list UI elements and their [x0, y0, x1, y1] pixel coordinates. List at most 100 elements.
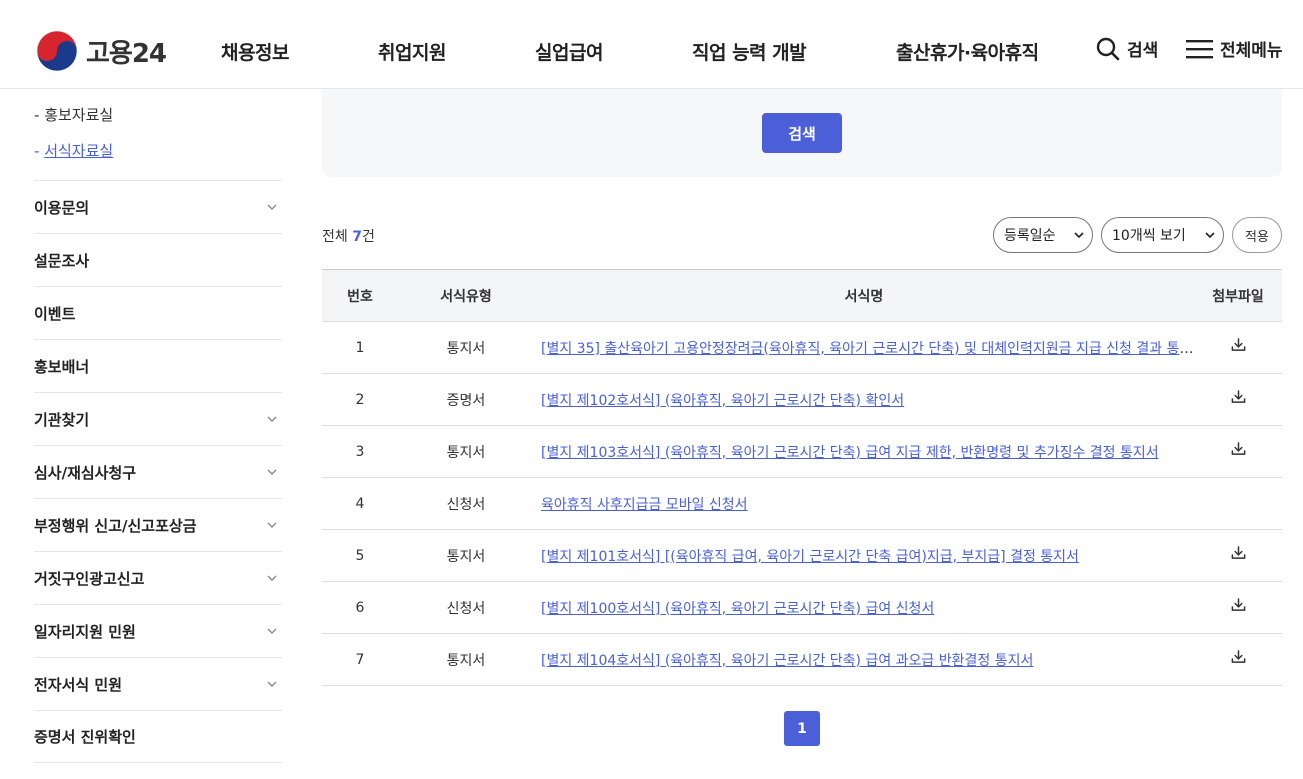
nav-item-unemployment-benefit[interactable]: 실업급여 [535, 38, 603, 65]
chevron-down-icon [267, 628, 277, 634]
row-attachment[interactable] [1194, 441, 1282, 460]
sort-select[interactable]: 등록일순 [993, 217, 1093, 253]
header-search-label: 검색 [1127, 41, 1159, 61]
row-attachment[interactable] [1194, 597, 1282, 616]
chevron-down-icon [267, 681, 277, 687]
row-title-link[interactable]: [별지 제101호서식] [(육아휴직 급여, 육아기 근로시간 단축 급여)지… [541, 549, 1079, 565]
row-title-link[interactable]: 육아휴직 사후지급금 모바일 신청서 [541, 497, 748, 513]
table-row: 1 통지서 [별지 35] 출산육아기 고용안정장려금(육아휴직, 육아기 근로시간… [322, 322, 1282, 374]
row-attachment[interactable] [1194, 649, 1282, 668]
sidebar-item-inquiry[interactable]: 이용문의 [34, 180, 282, 233]
sidebar-menu: 이용문의 설문조사 이벤트 홍보배너 기관찾기 심사/재심사청구 부정행위 신고… [34, 180, 282, 763]
full-menu-label: 전체메뉴 [1220, 41, 1283, 61]
row-type: 신청서 [446, 496, 486, 513]
download-icon [1231, 545, 1245, 559]
forms-table: 번호 서식유형 서식명 첨부파일 1 통지서 [별지 35] 출산육아기 고용안정장… [322, 269, 1282, 686]
row-type: 통지서 [446, 548, 486, 565]
col-header-title: 서식명 [844, 288, 884, 305]
nav-item-employment-support[interactable]: 취업지원 [378, 38, 446, 65]
row-number: 6 [355, 599, 365, 616]
table-row: 7 통지서 [별지 제104호서식] (육아휴직, 육아기 근로시간 단축) 급여 … [322, 634, 1282, 686]
total-count: 전체 7건 [322, 229, 375, 245]
row-title-link[interactable]: [별지 제102호서식] (육아휴직, 육아기 근로시간 단축) 확인서 [541, 393, 904, 409]
row-title-cell: [별지 제100호서식] (육아휴직, 육아기 근로시간 단축) 급여 신청서 [534, 598, 1194, 618]
sidebar-item-review-request[interactable]: 심사/재심사청구 [34, 445, 282, 498]
table-header: 번호 서식유형 서식명 첨부파일 [322, 270, 1282, 322]
row-number: 4 [355, 495, 365, 512]
row-title-link[interactable]: [별지 제100호서식] (육아휴직, 육아기 근로시간 단축) 급여 신청서 [541, 601, 934, 617]
nav-item-parental-leave[interactable]: 출산휴가·육아휴직 [896, 38, 1039, 65]
col-header-attachment: 첨부파일 [1212, 288, 1264, 305]
sidebar-item-survey[interactable]: 설문조사 [34, 233, 282, 286]
row-attachment[interactable] [1194, 389, 1282, 408]
chevron-down-icon [267, 469, 277, 475]
row-number: 7 [355, 651, 365, 668]
sidebar-item-fraud-report[interactable]: 부정행위 신고/신고포상금 [34, 498, 282, 551]
sidebar-item-job-support-civil[interactable]: 일자리지원 민원 [34, 604, 282, 657]
col-header-number: 번호 [347, 288, 373, 305]
row-number: 2 [355, 391, 365, 408]
row-number: 3 [355, 443, 365, 460]
download-icon [1231, 597, 1245, 611]
row-title-link[interactable]: [별지 35] 출산육아기 고용안정장려금(육아휴직, 육아기 근로시간 단축)… [541, 341, 1194, 357]
nav-item-job-training[interactable]: 직업 능력 개발 [692, 38, 807, 65]
row-type: 통지서 [446, 340, 486, 357]
row-title-link[interactable]: [별지 제104호서식] (육아휴직, 육아기 근로시간 단축) 급여 과오급 … [541, 653, 1033, 669]
search-submit-button[interactable]: 검색 [762, 113, 842, 153]
full-menu-button[interactable]: 전체메뉴 [1186, 36, 1283, 61]
sidebar-subitem-form-materials[interactable]: - 서식자료실 [34, 140, 113, 161]
row-title-cell: [별지 제104호서식] (육아휴직, 육아기 근로시간 단축) 급여 과오급 … [534, 650, 1194, 670]
sidebar-item-banner[interactable]: 홍보배너 [34, 339, 282, 392]
nav-item-jobs[interactable]: 채용정보 [221, 38, 289, 65]
pagination-page-current[interactable]: 1 [784, 711, 820, 746]
sidebar-item-find-agency[interactable]: 기관찾기 [34, 392, 282, 445]
site-logo[interactable]: 고용24 [36, 30, 167, 72]
table-row: 5 통지서 [별지 제101호서식] [(육아휴직 급여, 육아기 근로시간 단축 … [322, 530, 1282, 582]
row-title-link[interactable]: [별지 제103호서식] (육아휴직, 육아기 근로시간 단축) 급여 지급 제… [541, 445, 1159, 461]
page-size-select[interactable]: 10개씩 보기 [1101, 217, 1224, 253]
search-panel: 검색 [322, 89, 1282, 177]
download-icon [1231, 389, 1245, 403]
search-icon [1096, 37, 1120, 60]
taegeuk-logo-icon [36, 30, 78, 72]
chevron-down-icon [267, 522, 277, 528]
row-type: 증명서 [446, 392, 486, 409]
row-attachment[interactable] [1194, 545, 1282, 564]
sidebar-item-event[interactable]: 이벤트 [34, 286, 282, 339]
logo-text: 고용24 [86, 38, 167, 69]
download-icon [1231, 649, 1245, 663]
hamburger-icon [1186, 39, 1213, 58]
site-header: 고용24 채용정보 취업지원 실업급여 직업 능력 개발 출산휴가·육아휴직 검… [0, 0, 1303, 89]
row-type: 신청서 [446, 600, 486, 617]
chevron-down-icon [267, 575, 277, 581]
sidebar-subitem-promo-materials[interactable]: - 홍보자료실 [34, 104, 113, 125]
chevron-down-icon [267, 204, 277, 210]
table-row: 2 증명서 [별지 제102호서식] (육아휴직, 육아기 근로시간 단축) 확인서 [322, 374, 1282, 426]
table-row: 4 신청서 육아휴직 사후지급금 모바일 신청서 [322, 478, 1282, 530]
chevron-down-icon [267, 416, 277, 422]
total-count-number: 7 [352, 229, 362, 245]
row-number: 5 [355, 547, 365, 564]
chevron-down-icon [1074, 232, 1084, 239]
table-row: 6 신청서 [별지 제100호서식] (육아휴직, 육아기 근로시간 단축) 급여 … [322, 582, 1282, 634]
sidebar-item-certificate-verify[interactable]: 증명서 진위확인 [34, 710, 282, 763]
row-title-cell: [별지 제101호서식] [(육아휴직 급여, 육아기 근로시간 단축 급여)지… [534, 546, 1194, 566]
header-search-button[interactable]: 검색 [1096, 36, 1158, 61]
table-body: 1 통지서 [별지 35] 출산육아기 고용안정장려금(육아휴직, 육아기 근로시간… [322, 322, 1282, 686]
download-icon [1231, 337, 1245, 351]
download-icon [1231, 441, 1245, 455]
row-number: 1 [355, 339, 365, 356]
chevron-down-icon [1205, 232, 1215, 239]
row-type: 통지서 [446, 444, 486, 461]
row-type: 통지서 [446, 652, 486, 669]
row-title-cell: 육아휴직 사후지급금 모바일 신청서 [534, 494, 1194, 514]
row-title-cell: [별지 제102호서식] (육아휴직, 육아기 근로시간 단축) 확인서 [534, 390, 1194, 410]
row-attachment[interactable] [1194, 337, 1282, 356]
table-row: 3 통지서 [별지 제103호서식] (육아휴직, 육아기 근로시간 단축) 급여 … [322, 426, 1282, 478]
apply-button[interactable]: 적용 [1232, 217, 1282, 253]
col-header-type: 서식유형 [440, 288, 492, 305]
row-title-cell: [별지 제103호서식] (육아휴직, 육아기 근로시간 단축) 급여 지급 제… [534, 442, 1194, 462]
sidebar-item-false-job-ad[interactable]: 거짓구인광고신고 [34, 551, 282, 604]
row-title-cell: [별지 35] 출산육아기 고용안정장려금(육아휴직, 육아기 근로시간 단축)… [534, 338, 1194, 358]
sidebar-item-e-form-civil[interactable]: 전자서식 민원 [34, 657, 282, 710]
